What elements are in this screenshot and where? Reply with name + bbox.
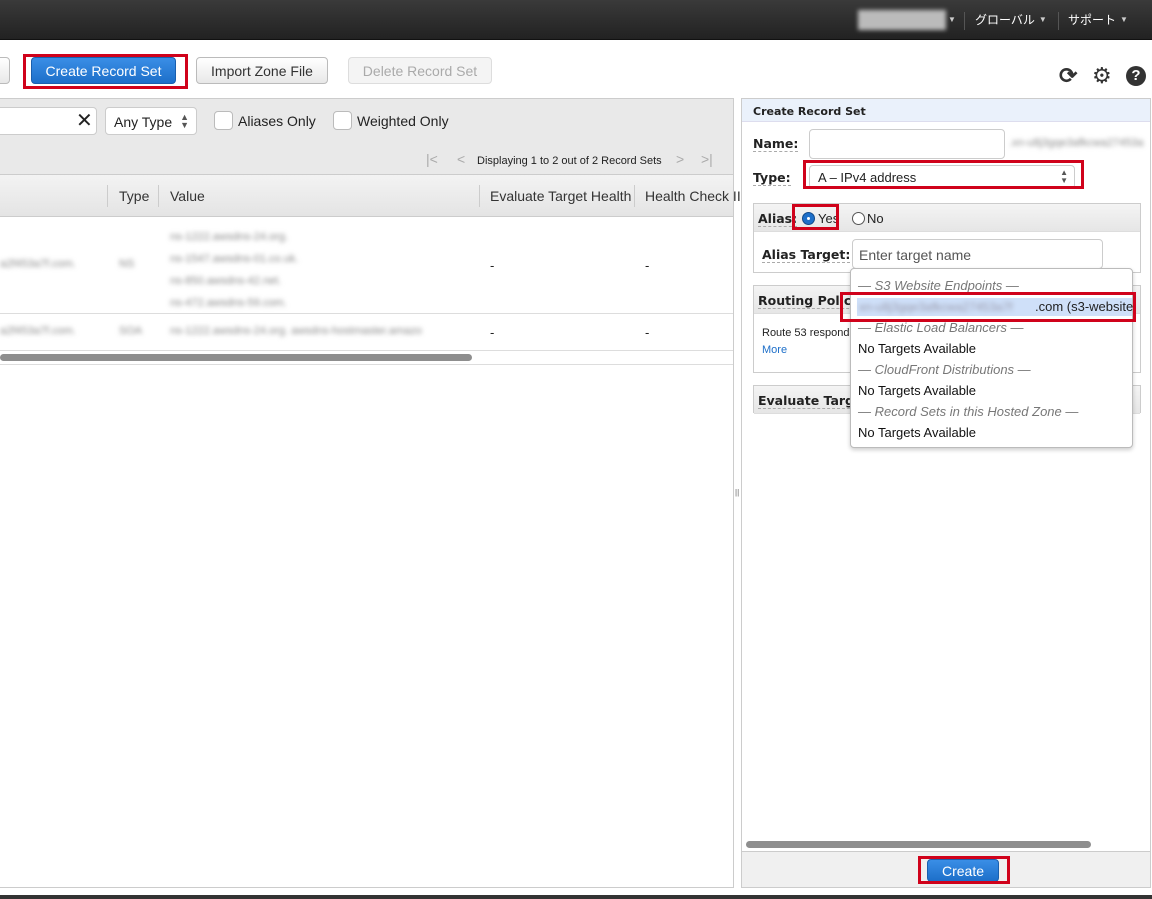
top-navigation-bar: ▼ グローバル ▼ サポート ▼ [0,0,1152,40]
column-evaluate-target-health[interactable]: Evaluate Target Health [490,188,631,204]
highlight-box [803,160,1084,189]
filter-bar: ✕ Any Type ▲ ▼ Aliases Only Weighted Only … [0,99,733,175]
delete-record-set-button[interactable]: Delete Record Set [348,57,492,84]
help-icon[interactable]: ? [1126,66,1146,86]
aliases-only-checkbox[interactable] [214,111,233,130]
gear-icon[interactable]: ⚙ [1092,64,1112,88]
type-select[interactable]: Any Type ▲ ▼ [105,107,197,135]
clear-icon[interactable]: ✕ [76,108,93,133]
account-menu[interactable] [858,10,946,30]
column-health-check[interactable]: Health Check II [645,188,741,204]
alias-target-label: Alias Target: [762,247,851,263]
highlight-box [840,292,1136,322]
column-type[interactable]: Type [119,188,149,204]
horizontal-scrollbar[interactable] [746,841,1091,848]
record-sets-panel: ✕ Any Type ▲ ▼ Aliases Only Weighted Only … [0,98,741,888]
table-row[interactable]: a2f453a7f.com. NS ns-1222.awsdns-24.org.… [0,218,733,314]
highlight-box [23,54,188,89]
name-label: Name: [753,136,799,152]
more-link[interactable]: More [762,344,787,356]
weighted-only-label: Weighted Only [357,113,449,129]
dropdown-option[interactable]: No Targets Available [858,341,976,356]
alias-target-input[interactable]: Enter target name [852,239,1103,269]
chevron-down-icon: ▼ [1038,15,1047,24]
column-value[interactable]: Value [170,188,205,204]
next-page-icon[interactable]: > [676,151,684,167]
updown-icon: ▲ ▼ [180,112,189,130]
prev-page-icon[interactable]: < [457,151,465,167]
support-menu[interactable]: サポート ▼ [1068,11,1128,28]
last-page-icon[interactable]: >| [701,151,713,167]
back-button[interactable] [0,57,10,84]
alias-no-radio[interactable] [852,212,865,225]
pagination-text: Displaying 1 to 2 out of 2 Record Sets [477,155,662,167]
name-input[interactable] [809,129,1005,159]
region-menu[interactable]: グローバル ▼ [975,11,1047,28]
panel-title: Create Record Set [753,105,866,118]
highlight-box [792,204,839,230]
chevron-down-icon: ▼ [948,15,956,24]
type-label: Type: [753,170,791,186]
splitter-handle[interactable]: || [735,488,739,497]
table-row[interactable]: a2f453a7f.com. SOA ns-1222.awsdns-24.org… [0,314,733,351]
bottom-bar [0,895,1152,899]
dropdown-option[interactable]: No Targets Available [858,425,976,440]
aliases-only-label: Aliases Only [238,113,316,129]
import-zone-file-button[interactable]: Import Zone File [196,57,328,84]
first-page-icon[interactable]: |< [426,151,438,167]
refresh-icon[interactable]: ⟳ [1059,64,1077,88]
weighted-only-checkbox[interactable] [333,111,352,130]
table-header: Type Value Evaluate Target Health Health… [0,175,741,217]
panel-header: Create Record Set [742,99,1150,122]
horizontal-scrollbar[interactable] [0,354,472,361]
dropdown-option[interactable]: No Targets Available [858,383,976,398]
highlight-box [918,856,1010,884]
alias-no-label: No [867,211,884,226]
chevron-down-icon: ▼ [1120,15,1128,24]
